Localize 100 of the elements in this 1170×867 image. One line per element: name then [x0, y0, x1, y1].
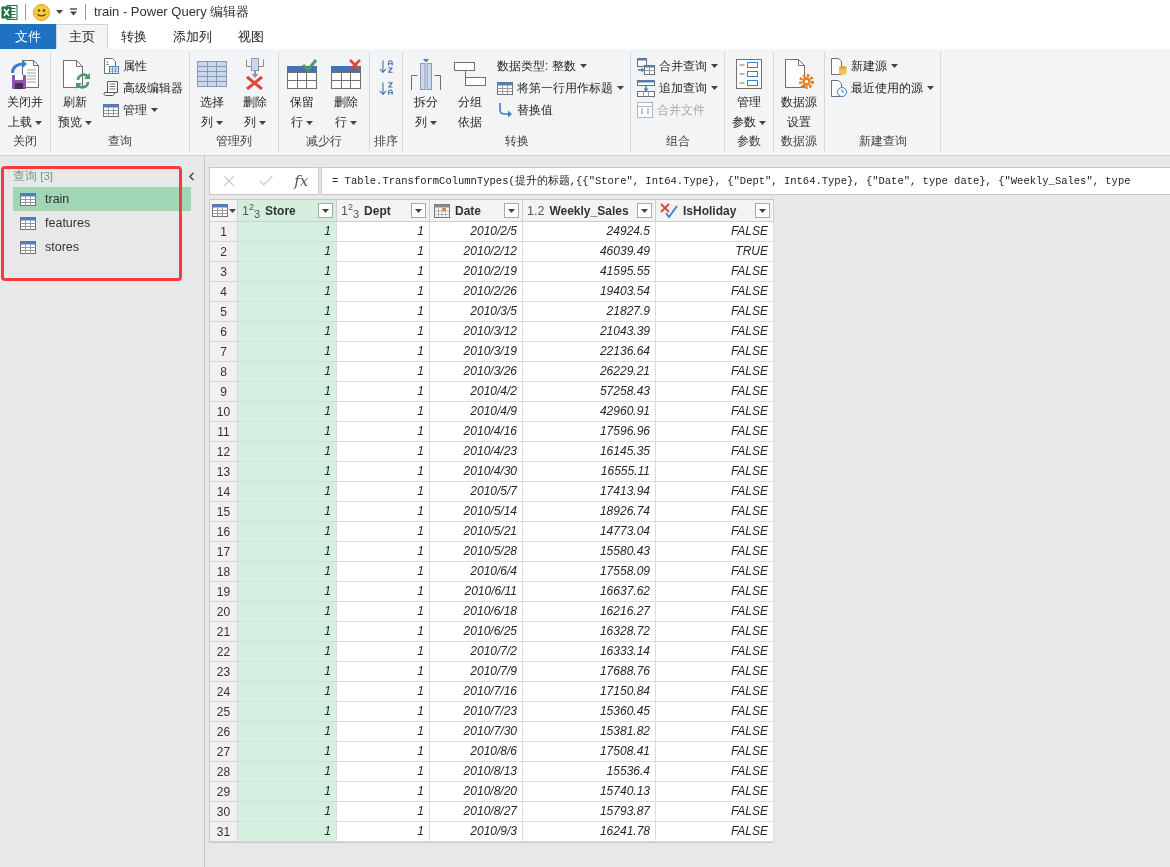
table-cell: 2010/5/21: [430, 522, 523, 542]
table-cell: 1: [337, 242, 430, 262]
sort-descending-icon[interactable]: [377, 79, 395, 97]
filter-dropdown-button[interactable]: [318, 203, 333, 218]
row-number: 15: [210, 502, 238, 522]
filter-dropdown-button[interactable]: [755, 203, 770, 218]
table-cell: FALSE: [656, 222, 774, 242]
table-cell: 1: [238, 482, 337, 502]
ribbon-button[interactable]: 属性: [101, 55, 185, 77]
caret-icon: [259, 120, 266, 125]
caret-icon: [228, 208, 236, 213]
table-cell: 2010/3/5: [430, 302, 523, 322]
smiley-icon[interactable]: [33, 3, 50, 21]
table-cell: 16555.11: [523, 462, 656, 482]
row-number: 29: [210, 782, 238, 802]
calendar-icon: [434, 203, 450, 218]
table-cell: 2010/7/16: [430, 682, 523, 702]
sort-ascending-icon[interactable]: [377, 57, 395, 75]
table-cell: 1: [238, 802, 337, 822]
table-cell: FALSE: [656, 602, 774, 622]
filter-dropdown-button[interactable]: [411, 203, 426, 218]
table-cell: 16241.78: [523, 822, 656, 842]
file-tab[interactable]: 文件: [0, 24, 56, 49]
group-label: 关闭: [13, 133, 37, 150]
column-header[interactable]: Date: [430, 200, 523, 222]
function-label[interactable]: fx: [294, 172, 309, 190]
ribbon-button[interactable]: 替换值: [495, 99, 626, 121]
query-item[interactable]: train: [13, 187, 191, 211]
table-cell: 2010/6/4: [430, 562, 523, 582]
row-number: 16: [210, 522, 238, 542]
table-cell: 22136.64: [523, 342, 656, 362]
table-cell: 1: [238, 562, 337, 582]
ribbon-large-button[interactable]: 分组 依据: [451, 55, 489, 131]
table-cell: 2010/3/26: [430, 362, 523, 382]
ribbon-large-button[interactable]: 拆分 列: [407, 55, 445, 131]
ribbon-tab[interactable]: 视图: [225, 24, 277, 49]
table-cell: 17413.94: [523, 482, 656, 502]
formula-field[interactable]: = Table.TransformColumnTypes(提升的标题,{{"Store", Int64.Type}, {"Dept", Int64.Type}, {"Date", type date}, {"Weekly_Sales", type: [321, 167, 1170, 195]
group-label: 参数: [737, 133, 761, 150]
table-cell: 2010/5/7: [430, 482, 523, 502]
table-cell: 41595.55: [523, 262, 656, 282]
ribbon-large-button[interactable]: 保留 行: [283, 55, 321, 131]
column-header[interactable]: 1.2 Weekly_Sales: [523, 200, 656, 222]
column-header[interactable]: IsHoliday: [656, 200, 774, 222]
caret-icon: [35, 120, 42, 125]
table-cell: FALSE: [656, 682, 774, 702]
table-menu-button[interactable]: [210, 200, 238, 222]
table-cell: 1: [337, 542, 430, 562]
row-number: 7: [210, 342, 238, 362]
row-number: 3: [210, 262, 238, 282]
ribbon-large-button[interactable]: 删除 行: [327, 55, 365, 131]
table-cell: 1: [337, 782, 430, 802]
caret-icon: [322, 208, 329, 213]
table-icon: [497, 81, 513, 95]
merge-tables-icon: [637, 57, 655, 75]
ribbon-button[interactable]: 最近使用的源: [829, 77, 936, 99]
ribbon-button[interactable]: 将第一行用作标题: [495, 77, 626, 99]
query-item[interactable]: stores: [13, 235, 191, 259]
row-number: 2: [210, 242, 238, 262]
table-cell: FALSE: [656, 382, 774, 402]
ribbon-large-button[interactable]: 数据源 设置: [778, 55, 820, 131]
table-cell: 15381.82: [523, 722, 656, 742]
table-cell: 1: [337, 462, 430, 482]
table-cell: 1: [238, 542, 337, 562]
table-cell: 26229.21: [523, 362, 656, 382]
ribbon-large-button[interactable]: 选择 列: [194, 55, 230, 131]
table-cell: 1: [337, 262, 430, 282]
table-cell: 2010/6/11: [430, 582, 523, 602]
ribbon-large-button[interactable]: 刷新 预览: [55, 55, 95, 131]
table-cell: 1: [238, 362, 337, 382]
column-name: Dept: [364, 203, 391, 218]
ribbon-tab[interactable]: 转换: [108, 24, 160, 49]
ribbon-button[interactable]: 数据类型: 整数: [495, 55, 626, 77]
ribbon-tab[interactable]: 主页: [56, 24, 108, 49]
ribbon-large-button[interactable]: 管理 参数: [729, 55, 769, 131]
append-tables-icon: [637, 79, 655, 97]
table-cell: TRUE: [656, 242, 774, 262]
ribbon-button[interactable]: 新建源: [829, 55, 936, 77]
table-cell: FALSE: [656, 622, 774, 642]
caret-icon: [711, 86, 718, 90]
table-cell: 1: [238, 342, 337, 362]
table-cell: 2010/4/23: [430, 442, 523, 462]
ribbon-button[interactable]: 合并查询: [635, 55, 720, 77]
table-cell: FALSE: [656, 822, 774, 842]
ribbon-button[interactable]: 管理: [101, 99, 185, 121]
ribbon-large-button[interactable]: 删除 列: [236, 55, 274, 131]
table-cell: FALSE: [656, 802, 774, 822]
query-item[interactable]: features: [13, 211, 191, 235]
table-cell: 2010/6/18: [430, 602, 523, 622]
ribbon-button[interactable]: 高级编辑器: [101, 77, 185, 99]
table-cell: 17596.96: [523, 422, 656, 442]
caret-icon: [415, 208, 422, 213]
table-cell: 2010/2/26: [430, 282, 523, 302]
filter-dropdown-button[interactable]: [637, 203, 652, 218]
ribbon-button[interactable]: 追加查询: [635, 77, 720, 99]
filter-dropdown-button[interactable]: [504, 203, 519, 218]
ribbon-large-button[interactable]: 关闭并 上载: [4, 55, 46, 131]
ribbon-tab[interactable]: 添加列: [160, 24, 225, 49]
table-cell: 1: [238, 402, 337, 422]
quick-access-menu-icon[interactable]: [69, 8, 78, 16]
